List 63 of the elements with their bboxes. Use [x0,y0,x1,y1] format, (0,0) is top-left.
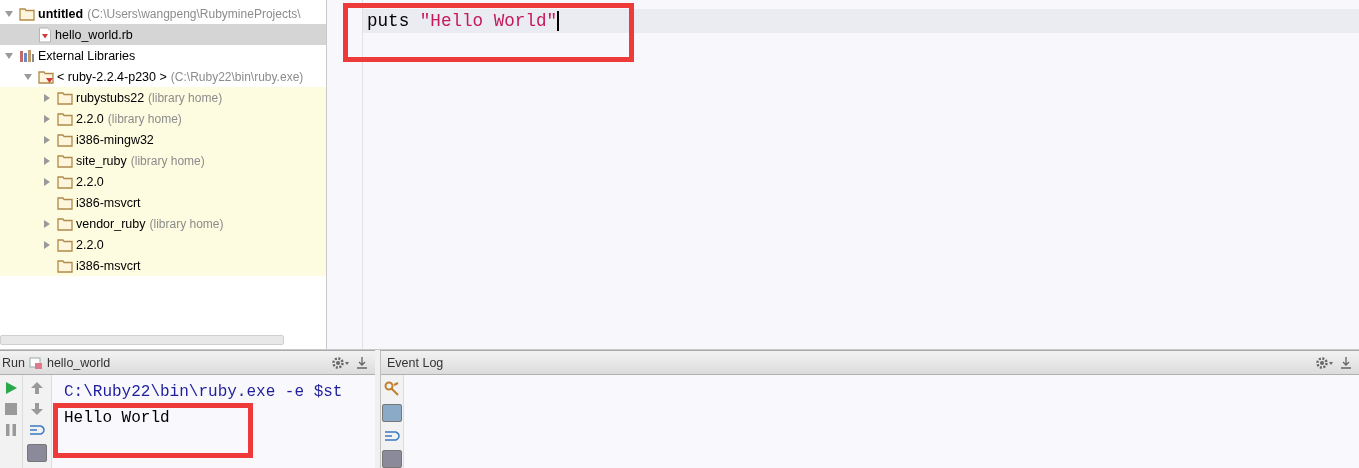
library-icon [19,48,35,63]
expand-arrow-icon[interactable] [4,8,14,19]
tree-item[interactable]: External Libraries [0,45,326,66]
up-arrow-icon[interactable] [30,381,44,395]
run-tab[interactable]: hello_world [46,355,111,370]
folder-icon [57,153,73,168]
item-detail: (library home) [149,216,224,231]
tree-item[interactable]: 2.2.0 [0,234,326,255]
run-config-icon [28,355,43,370]
tree-item[interactable]: i386-msvcrt [0,255,326,276]
run-icon[interactable] [4,381,18,395]
folder-icon [57,174,73,189]
expand-arrow-icon[interactable] [42,155,52,166]
console-line: Hello World [64,409,171,429]
folder-icon [57,195,73,210]
expand-arrow-icon[interactable] [42,134,52,145]
panel-title: Run [2,355,25,370]
expand-arrow-icon[interactable] [42,239,52,250]
item-detail: (library home) [107,111,182,126]
folder-icon [57,258,73,273]
hide-panel-icon[interactable] [355,355,369,370]
tree-item[interactable]: untitled (C:\Users\wangpeng\RubymineProjects\ [0,3,326,24]
tree-item[interactable]: site_ruby (library home) [0,150,326,171]
folder-icon [57,132,73,147]
item-detail: (C:\Users\wangpeng\RubymineProjects\ [87,6,301,21]
folder-icon [57,90,73,105]
expand-arrow-icon[interactable] [23,71,33,82]
tree-item[interactable]: < ruby-2.2.4-p230 > (C:\Ruby22\bin\ruby.exe) [0,66,326,87]
ruby-file-icon [38,26,52,43]
tree-item[interactable]: i386-mingw32 [0,129,326,150]
pause-icon[interactable] [4,423,18,437]
hide-panel-icon[interactable] [1339,355,1353,370]
settings-icon[interactable] [1315,355,1335,370]
wrap-icon[interactable] [384,429,400,443]
folder-icon [57,111,73,126]
tree-item[interactable]: 2.2.0 [0,171,326,192]
tree-item[interactable]: i386-msvcrt [0,192,326,213]
down-arrow-icon[interactable] [30,402,44,416]
tree-item[interactable]: 2.2.0 (library home) [0,108,326,129]
item-detail: (C:\Ruby22\bin\ruby.exe) [170,69,304,84]
item-detail: (library home) [148,90,223,105]
expand-arrow-icon[interactable] [42,176,52,187]
toolbar-toggle-icon[interactable] [382,450,402,468]
folder-icon [19,6,35,21]
tree-item[interactable]: rubystubs22 (library home) [0,87,326,108]
expand-arrow-icon[interactable] [42,92,52,103]
expand-arrow-icon[interactable] [42,113,52,124]
folder-icon [57,216,73,231]
expand-arrow-icon[interactable] [42,218,52,229]
tree-item[interactable]: vendor_ruby (library home) [0,213,326,234]
wrap-icon[interactable] [29,423,45,437]
folder-icon [57,237,73,252]
item-detail: (library home) [130,153,205,168]
scrollbar-thumb[interactable] [0,335,284,345]
settings-icon[interactable] [331,355,351,370]
panel-title: Event Log [387,355,444,370]
sdk-folder-icon [38,69,54,84]
toolbar-toggle-icon[interactable] [27,444,47,462]
expand-arrow-icon[interactable] [4,50,14,61]
console-line: C:\Ruby22\bin\ruby.exe -e $st [64,383,344,403]
tree-item[interactable]: hello_world.rb [0,24,326,45]
stop-icon[interactable] [4,402,18,416]
wrench-icon[interactable] [384,381,400,397]
